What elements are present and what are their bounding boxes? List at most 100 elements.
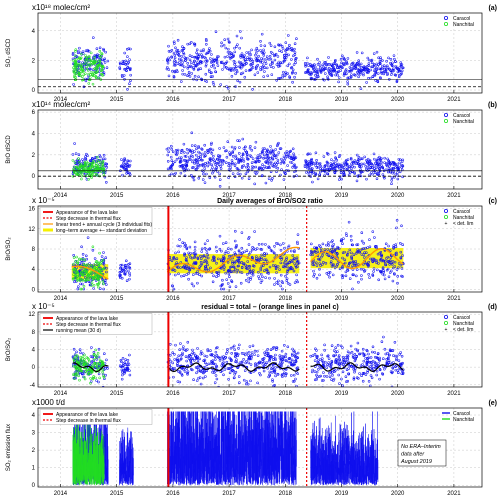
x-tick-label: 2018 (279, 491, 293, 497)
y-tick-label: 4 (32, 413, 36, 419)
y-tick-label: 4 (32, 267, 36, 273)
y-tick-label: 0 (32, 174, 36, 180)
data-point (78, 387, 80, 389)
y-tick-label: 6 (32, 110, 36, 116)
x-tick-label: 2015 (110, 491, 124, 497)
x-tick-label: 2016 (166, 193, 180, 199)
x-tick-label: 2014 (54, 391, 68, 397)
y-tick-label: 0 (32, 365, 36, 371)
panel-letter: (a) (488, 5, 497, 12)
y-tick-label: -4 (30, 383, 36, 389)
legend-swatch-det-lim: + (445, 327, 448, 333)
x-tick-label: 2017 (222, 97, 236, 103)
x-tick-label: 2019 (335, 193, 349, 199)
x-tick-label: 2014 (54, 193, 68, 199)
x-tick-label: 2020 (391, 296, 405, 302)
y-axis-label: BrO/SO₂ (6, 337, 12, 361)
x-tick-label: 2016 (166, 97, 180, 103)
legend-entry: running mean (30 d) (56, 328, 101, 334)
legend-entry: < det. lim (453, 221, 473, 227)
note-text: No ERA–Interim (401, 444, 441, 450)
y-axis-label: SO₂ dSCD (6, 38, 12, 67)
y-axis-label: BrO dSCD (6, 135, 12, 164)
y-tick-label: 16 (28, 207, 35, 213)
y-tick-label: 3 (32, 431, 36, 437)
x-tick-label: 2019 (335, 491, 349, 497)
x-tick-label: 2015 (110, 97, 124, 103)
y-tick-label: 0 (32, 287, 36, 293)
x-tick-label: 2014 (54, 491, 68, 497)
y-tick-label: 12 (28, 312, 35, 318)
x-tick-label: 2017 (222, 296, 236, 302)
y-tick-label: 2 (32, 153, 36, 159)
y-tick-label: 0 (32, 483, 36, 489)
x-tick-label: 2020 (391, 193, 405, 199)
note-text: August 2019 (400, 459, 432, 465)
panel-e: 0 1 2 3 4 2014 2015 2016 2017 2018 2019 2020 2021 x10… (6, 398, 497, 497)
plot-area (38, 13, 482, 93)
x-tick-label: 2015 (110, 296, 124, 302)
unit-label: x10¹⁴ molec/cm² (32, 100, 90, 109)
legend-entry: < det. lim (453, 327, 473, 333)
panel-d: -4 0 4 8 12 2014 2015 2016 2017 2018 2019 2020 2021 x… (6, 302, 497, 397)
panel-letter: (d) (488, 304, 497, 311)
plot-area (38, 110, 482, 189)
panel-letter: (b) (488, 102, 497, 109)
unit-label: x 10⁻⁵ (32, 302, 55, 311)
x-tick-label: 2018 (279, 296, 293, 302)
x-tick-label: 2021 (447, 296, 461, 302)
legend-events: Appearance of the lava lakeStep decrease… (39, 313, 153, 335)
x-tick-label: 2015 (110, 391, 124, 397)
legend-entry: Step decrease in thermal flux (56, 418, 121, 424)
panel-title: Daily averages of BrO/SO2 ratio (217, 198, 323, 205)
y-tick-label: 4 (32, 348, 36, 354)
y-tick-label: 2 (32, 448, 36, 454)
note-text: data after (401, 452, 425, 458)
y-tick-label: 1 (32, 466, 36, 472)
unit-label: x10¹⁸ molec/cm² (32, 3, 90, 12)
panel-b: 0 2 4 6 2014 2015 2016 2017 2018 2019 2020 2021 x10¹… (6, 100, 497, 199)
legend-swatch-det-lim: + (445, 221, 448, 227)
x-tick-label: 2020 (391, 491, 405, 497)
y-tick-label: 12 (28, 227, 35, 233)
x-tick-label: 2020 (391, 97, 405, 103)
panel-c: 0 4 8 12 16 2014 2015 2016 2017 2018 2019 2020 2021 x… (6, 196, 497, 302)
unit-label: x 10⁻⁵ (32, 196, 55, 205)
note-box: No ERA–Interim data afterAugust 2019 (397, 439, 447, 467)
legend-entry: Nanchital (453, 119, 474, 125)
x-tick-label: 2016 (166, 296, 180, 302)
legend-events: Appearance of the lava lakeStep decrease… (39, 207, 152, 235)
y-tick-label: 4 (32, 131, 36, 137)
y-tick-label: 4 (32, 29, 36, 35)
y-tick-label: 2 (32, 58, 36, 64)
x-tick-label: 2015 (110, 193, 124, 199)
x-tick-label: 2019 (335, 296, 349, 302)
x-tick-label: 2019 (335, 391, 349, 397)
x-tick-label: 2018 (279, 97, 293, 103)
x-tick-label: 2020 (391, 391, 405, 397)
y-tick-label: 8 (32, 247, 36, 253)
x-tick-label: 2021 (447, 491, 461, 497)
x-tick-label: 2016 (166, 391, 180, 397)
x-tick-label: 2021 (447, 97, 461, 103)
y-axis-label: BrO/SO₂ (6, 237, 12, 261)
x-tick-label: 2016 (166, 491, 180, 497)
panel-letter: (c) (488, 198, 497, 205)
y-axis-label: SO₂ emission flux (6, 424, 12, 471)
panel-title: residual = total – (orange lines in pane… (201, 304, 339, 311)
x-tick-label: 2021 (447, 391, 461, 397)
x-tick-label: 2019 (335, 97, 349, 103)
x-tick-label: 2017 (222, 391, 236, 397)
panel-a: 0242014 2015 2016 2017 2018 2019 2020 2021x10¹⁸… (6, 3, 497, 103)
unit-label: x1000 t/d (32, 398, 65, 407)
legend-entry: Nanchital (453, 22, 474, 28)
legend-entry: Nanchital (453, 417, 474, 423)
figure: 0242014 2015 2016 2017 2018 2019 2020 2021x10¹⁸… (6, 3, 497, 497)
panel-letter: (e) (488, 400, 497, 407)
x-tick-label: 2017 (222, 491, 236, 497)
x-tick-label: 2021 (447, 193, 461, 199)
legend-events: Appearance of the lava lakeStep decrease… (39, 409, 153, 425)
legend-entry: long–term average +– standard deviation (56, 228, 147, 234)
y-tick-label: 0 (32, 88, 36, 94)
y-tick-label: 8 (32, 330, 36, 336)
